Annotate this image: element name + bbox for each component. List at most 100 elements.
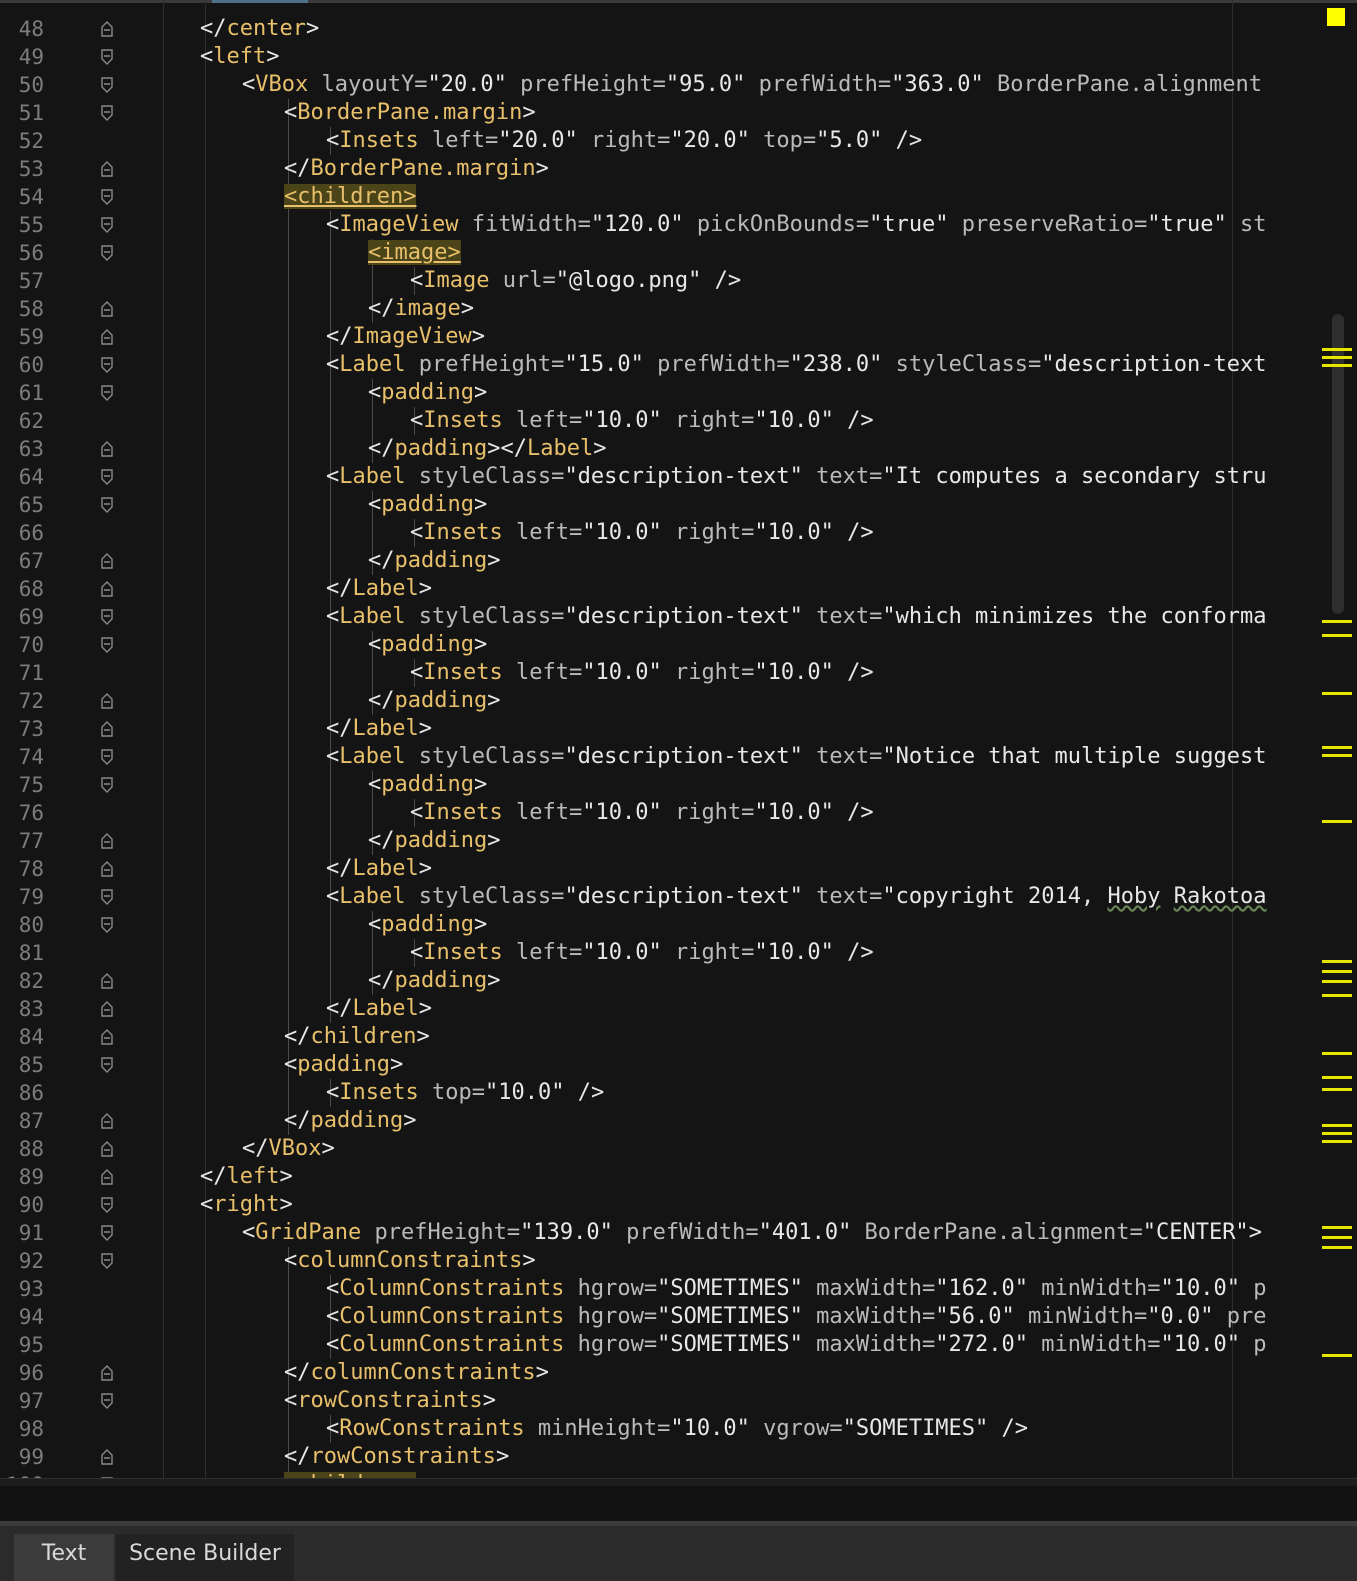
- code-text[interactable]: </Label>: [326, 575, 432, 603]
- code-text[interactable]: </Label>: [326, 995, 432, 1023]
- code-line[interactable]: 97 <rowConstraints>: [0, 1387, 1357, 1415]
- warning-marker[interactable]: [1322, 1052, 1352, 1055]
- code-text[interactable]: <right>: [200, 1191, 293, 1219]
- code-line[interactable]: 88 </VBox>: [0, 1135, 1357, 1163]
- code-line[interactable]: 67 </padding>: [0, 547, 1357, 575]
- code-text[interactable]: <padding>: [284, 1051, 403, 1079]
- warning-marker[interactable]: [1322, 746, 1352, 749]
- fold-end-icon[interactable]: [100, 720, 114, 738]
- code-text[interactable]: </children>: [284, 1023, 430, 1051]
- code-text[interactable]: <padding>: [368, 379, 487, 407]
- code-text[interactable]: <RowConstraints minHeight="10.0" vgrow="…: [326, 1415, 1028, 1443]
- fold-start-icon[interactable]: [100, 468, 114, 486]
- fold-start-icon[interactable]: [100, 1196, 114, 1214]
- code-text[interactable]: <Insets left="20.0" right="20.0" top="5.…: [326, 127, 922, 155]
- warning-marker[interactable]: [1322, 970, 1352, 973]
- code-line[interactable]: 53 </BorderPane.margin>: [0, 155, 1357, 183]
- code-line[interactable]: 59 </ImageView>: [0, 323, 1357, 351]
- code-line[interactable]: 52 <Insets left="20.0" right="20.0" top="…: [0, 127, 1357, 155]
- warning-marker[interactable]: [1322, 1088, 1352, 1091]
- warning-marker[interactable]: [1322, 1354, 1352, 1357]
- tab-scene-builder[interactable]: Scene Builder: [116, 1534, 294, 1581]
- fold-start-icon[interactable]: [100, 48, 114, 66]
- fold-end-icon[interactable]: [100, 1028, 114, 1046]
- code-text[interactable]: </padding></Label>: [368, 435, 606, 463]
- code-text[interactable]: <ImageView fitWidth="120.0" pickOnBounds…: [326, 211, 1266, 239]
- code-text[interactable]: </padding>: [368, 827, 500, 855]
- warning-marker[interactable]: [1322, 364, 1352, 367]
- code-text[interactable]: <BorderPane.margin>: [284, 99, 536, 127]
- code-text[interactable]: <Insets top="10.0" />: [326, 1079, 604, 1107]
- code-line[interactable]: 89 </left>: [0, 1163, 1357, 1191]
- code-editor[interactable]: 48 </center> 49 <left> 50 <VBox layoutY="20.0…: [0, 0, 1357, 1486]
- fold-start-icon[interactable]: [100, 916, 114, 934]
- code-line[interactable]: 76 <Insets left="10.0" right="10.0" />: [0, 799, 1357, 827]
- code-line[interactable]: 85 <padding>: [0, 1051, 1357, 1079]
- horizontal-scrollbar[interactable]: [0, 1478, 1357, 1486]
- code-text[interactable]: </padding>: [368, 547, 500, 575]
- warning-marker[interactable]: [1322, 980, 1352, 983]
- tab-text[interactable]: Text: [14, 1534, 114, 1581]
- fold-end-icon[interactable]: [100, 300, 114, 318]
- code-text[interactable]: </Label>: [326, 715, 432, 743]
- code-line[interactable]: 87 </padding>: [0, 1107, 1357, 1135]
- warning-marker[interactable]: [1322, 356, 1352, 359]
- fold-end-icon[interactable]: [100, 328, 114, 346]
- fold-start-icon[interactable]: [100, 188, 114, 206]
- fold-start-icon[interactable]: [100, 384, 114, 402]
- code-line[interactable]: 83 </Label>: [0, 995, 1357, 1023]
- code-line[interactable]: 96 </columnConstraints>: [0, 1359, 1357, 1387]
- code-text[interactable]: <Insets left="10.0" right="10.0" />: [410, 519, 874, 547]
- code-line[interactable]: 95 <ColumnConstraints hgrow="SOMETIMES" m…: [0, 1331, 1357, 1359]
- warning-marker[interactable]: [1322, 1226, 1352, 1229]
- error-stripe[interactable]: [1320, 0, 1357, 1486]
- fold-start-icon[interactable]: [100, 356, 114, 374]
- code-line[interactable]: 86 <Insets top="10.0" />: [0, 1079, 1357, 1107]
- fold-start-icon[interactable]: [100, 1252, 114, 1270]
- vertical-scrollbar-thumb[interactable]: [1332, 314, 1344, 614]
- fold-start-icon[interactable]: [100, 1224, 114, 1242]
- fold-end-icon[interactable]: [100, 20, 114, 38]
- code-text[interactable]: <rowConstraints>: [284, 1387, 496, 1415]
- code-line[interactable]: 91 <GridPane prefHeight="139.0" prefWidth…: [0, 1219, 1357, 1247]
- code-line[interactable]: 65 <padding>: [0, 491, 1357, 519]
- code-line[interactable]: 80 <padding>: [0, 911, 1357, 939]
- code-text[interactable]: </padding>: [368, 687, 500, 715]
- code-line[interactable]: 77 </padding>: [0, 827, 1357, 855]
- code-text[interactable]: <Label styleClass="description-text" tex…: [326, 463, 1266, 491]
- code-text[interactable]: <padding>: [368, 771, 487, 799]
- fold-end-icon[interactable]: [100, 1364, 114, 1382]
- code-line[interactable]: 57 <Image url="@logo.png" />: [0, 267, 1357, 295]
- code-text[interactable]: <padding>: [368, 911, 487, 939]
- code-line[interactable]: 92 <columnConstraints>: [0, 1247, 1357, 1275]
- fold-start-icon[interactable]: [100, 104, 114, 122]
- warning-marker[interactable]: [1322, 994, 1352, 997]
- code-line[interactable]: 49 <left>: [0, 43, 1357, 71]
- warning-marker[interactable]: [1322, 620, 1352, 623]
- fold-end-icon[interactable]: [100, 440, 114, 458]
- code-line[interactable]: 58 </image>: [0, 295, 1357, 323]
- code-text[interactable]: <Label styleClass="description-text" tex…: [326, 743, 1266, 771]
- code-text[interactable]: <VBox layoutY="20.0" prefHeight="95.0" p…: [242, 71, 1262, 99]
- warning-marker[interactable]: [1322, 1236, 1352, 1239]
- code-line[interactable]: 48 </center>: [0, 15, 1357, 43]
- fold-end-icon[interactable]: [100, 580, 114, 598]
- fold-end-icon[interactable]: [100, 160, 114, 178]
- code-line[interactable]: 71 <Insets left="10.0" right="10.0" />: [0, 659, 1357, 687]
- code-text[interactable]: <padding>: [368, 491, 487, 519]
- code-line[interactable]: 94 <ColumnConstraints hgrow="SOMETIMES" m…: [0, 1303, 1357, 1331]
- warning-marker[interactable]: [1322, 754, 1352, 757]
- fold-start-icon[interactable]: [100, 216, 114, 234]
- code-line[interactable]: 70 <padding>: [0, 631, 1357, 659]
- code-text[interactable]: </image>: [368, 295, 474, 323]
- fold-end-icon[interactable]: [100, 552, 114, 570]
- warning-marker[interactable]: [1322, 960, 1352, 963]
- code-line[interactable]: 79 <Label styleClass="description-text" t…: [0, 883, 1357, 911]
- fold-start-icon[interactable]: [100, 244, 114, 262]
- code-text[interactable]: </rowConstraints>: [284, 1443, 509, 1471]
- code-text[interactable]: <Insets left="10.0" right="10.0" />: [410, 407, 874, 435]
- fold-start-icon[interactable]: [100, 1392, 114, 1410]
- code-line[interactable]: 93 <ColumnConstraints hgrow="SOMETIMES" m…: [0, 1275, 1357, 1303]
- fold-start-icon[interactable]: [100, 748, 114, 766]
- code-line[interactable]: 90 <right>: [0, 1191, 1357, 1219]
